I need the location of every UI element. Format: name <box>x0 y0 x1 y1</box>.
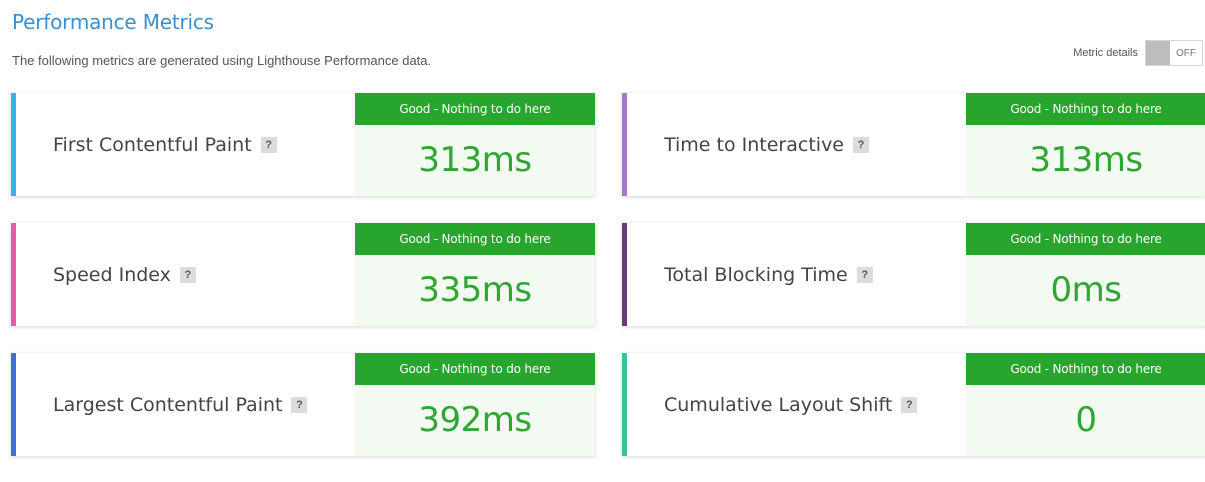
metric-label-area: Speed Index ? <box>16 223 355 326</box>
help-icon[interactable]: ? <box>856 266 873 283</box>
status-badge: Good - Nothing to do here <box>966 93 1205 125</box>
metric-name: Largest Contentful Paint <box>53 393 283 416</box>
metric-value: 313ms <box>418 139 532 180</box>
metric-name: First Contentful Paint <box>53 133 252 156</box>
metric-value: 392ms <box>418 399 532 440</box>
metric-name: Cumulative Layout Shift <box>664 393 893 416</box>
page-subtitle: The following metrics are generated usin… <box>12 53 432 68</box>
metric-value: 0ms <box>1050 269 1122 310</box>
metric-label-area: First Contentful Paint ? <box>16 93 355 196</box>
metric-label-area: Time to Interactive ? <box>627 93 966 196</box>
metric-value-area: Good - Nothing to do here 0 <box>966 353 1205 456</box>
page-title: Performance Metrics <box>12 10 214 34</box>
help-icon[interactable]: ? <box>260 136 277 153</box>
metric-card-cumulative-layout-shift: Cumulative Layout Shift ? Good - Nothing… <box>622 353 1205 456</box>
metric-value-area: Good - Nothing to do here 392ms <box>355 353 595 456</box>
status-badge: Good - Nothing to do here <box>355 353 595 385</box>
metric-details-control: Metric details OFF <box>1073 40 1203 66</box>
metric-value-area: Good - Nothing to do here 313ms <box>966 93 1205 196</box>
status-badge: Good - Nothing to do here <box>966 223 1205 255</box>
metric-card-time-to-interactive: Time to Interactive ? Good - Nothing to … <box>622 93 1205 196</box>
help-icon[interactable]: ? <box>179 266 196 283</box>
metric-card-largest-contentful-paint: Largest Contentful Paint ? Good - Nothin… <box>11 353 595 456</box>
status-badge: Good - Nothing to do here <box>966 353 1205 385</box>
help-icon[interactable]: ? <box>853 136 869 153</box>
metric-label-area: Cumulative Layout Shift ? <box>627 353 966 456</box>
metric-name: Speed Index <box>53 263 171 286</box>
metric-card-speed-index: Speed Index ? Good - Nothing to do here … <box>11 223 595 326</box>
metric-value-area: Good - Nothing to do here 335ms <box>355 223 595 326</box>
help-icon[interactable]: ? <box>901 396 918 413</box>
toggle-state: OFF <box>1176 47 1196 59</box>
metric-details-toggle[interactable]: OFF <box>1145 40 1203 66</box>
metric-name: Total Blocking Time <box>664 263 848 286</box>
metric-details-label: Metric details <box>1073 47 1138 59</box>
metric-card-first-contentful-paint: First Contentful Paint ? Good - Nothing … <box>11 93 595 196</box>
metric-card-total-blocking-time: Total Blocking Time ? Good - Nothing to … <box>622 223 1205 326</box>
metric-label-area: Largest Contentful Paint ? <box>16 353 355 456</box>
metric-name: Time to Interactive <box>664 133 844 156</box>
help-icon[interactable]: ? <box>291 396 308 413</box>
metric-value: 0 <box>1075 399 1097 440</box>
metric-label-area: Total Blocking Time ? <box>627 223 966 326</box>
metric-value: 313ms <box>1029 139 1143 180</box>
toggle-knob <box>1146 41 1170 65</box>
status-badge: Good - Nothing to do here <box>355 223 595 255</box>
metric-value-area: Good - Nothing to do here 313ms <box>355 93 595 196</box>
metric-value-area: Good - Nothing to do here 0ms <box>966 223 1205 326</box>
status-badge: Good - Nothing to do here <box>355 93 595 125</box>
metrics-grid: First Contentful Paint ? Good - Nothing … <box>11 93 1205 456</box>
metric-value: 335ms <box>418 269 532 310</box>
